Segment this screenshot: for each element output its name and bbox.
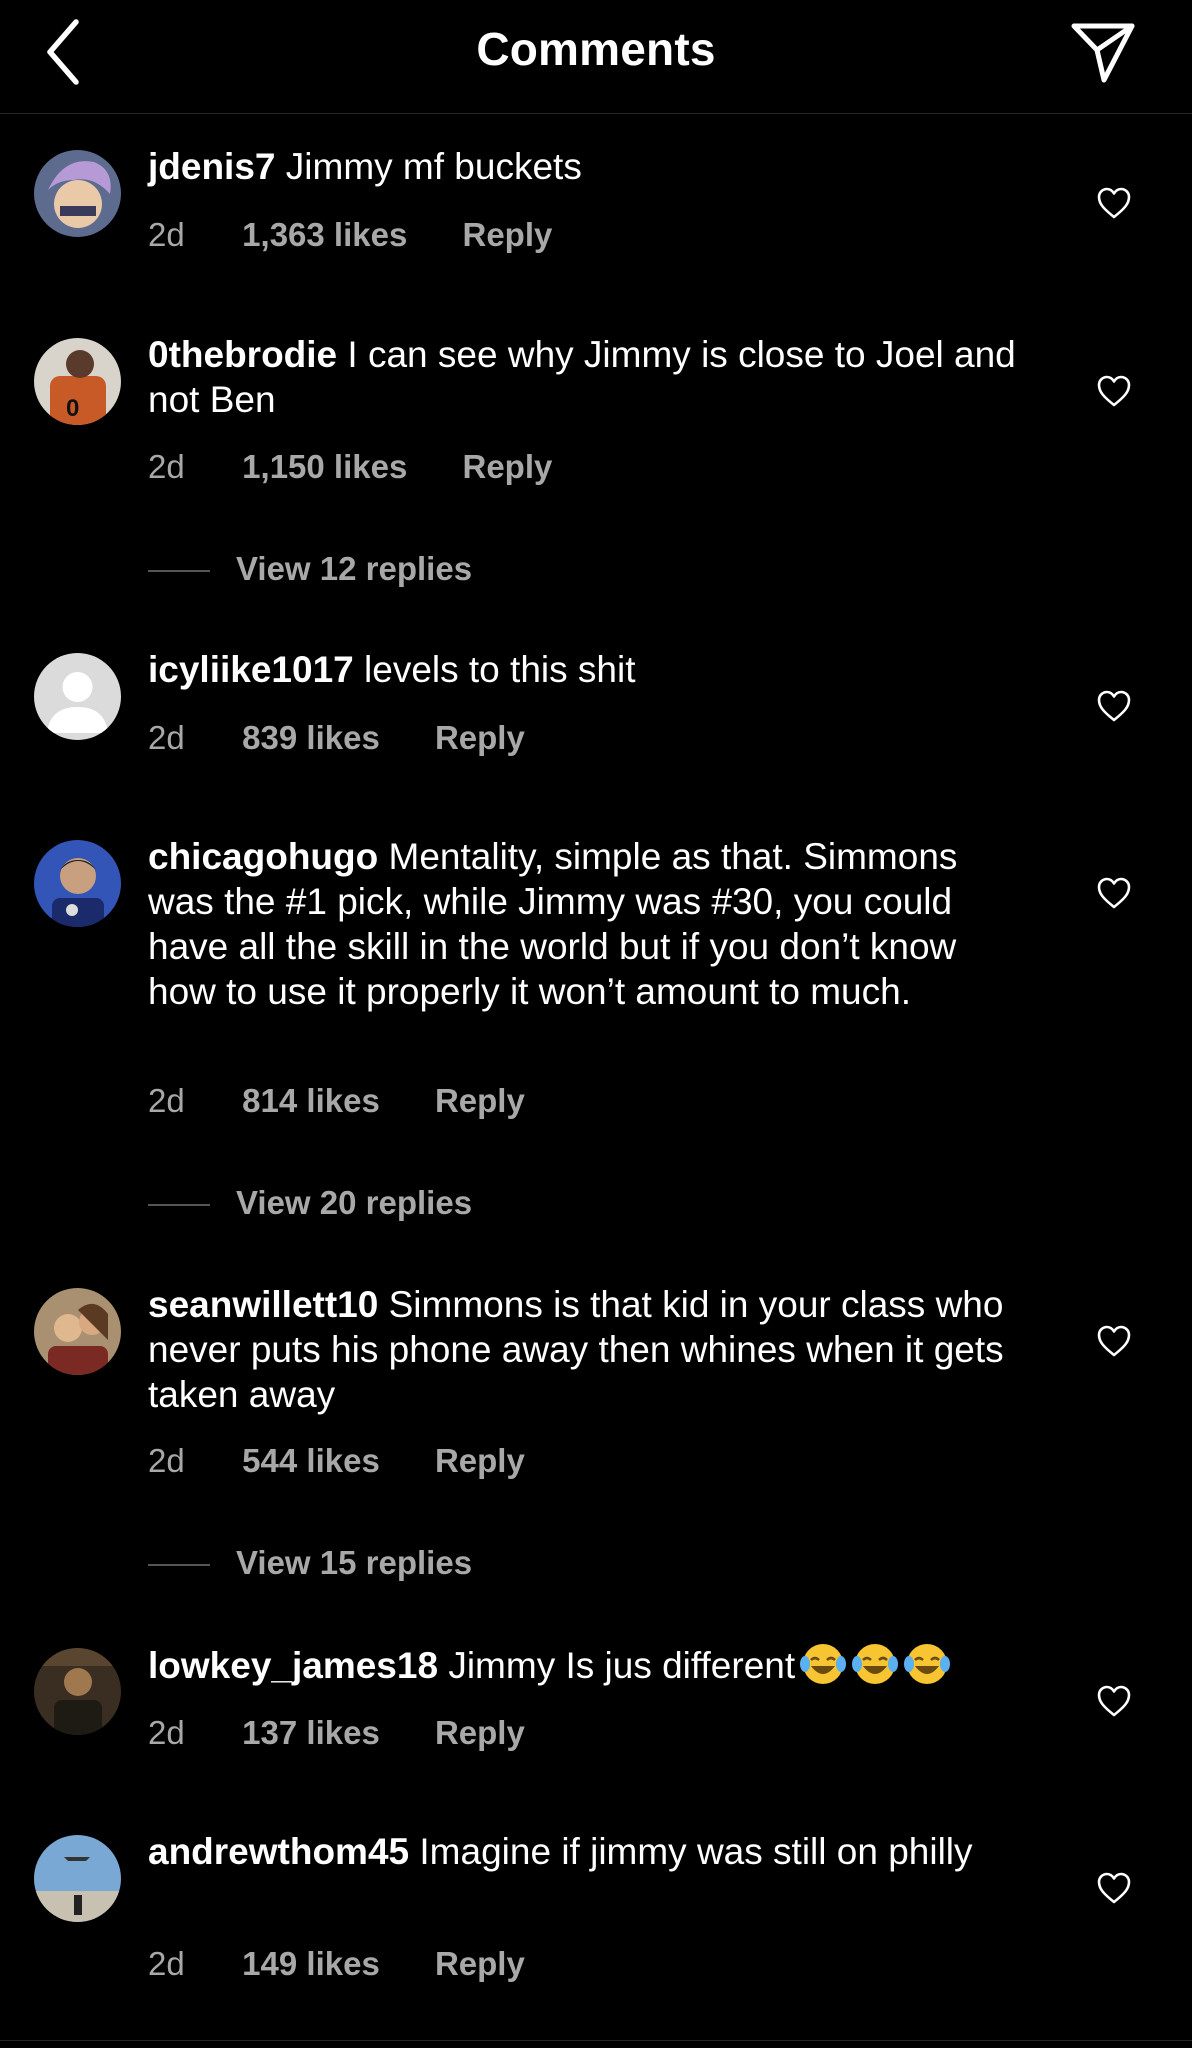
comment-time: 2d bbox=[148, 719, 185, 756]
comment-time: 2d bbox=[148, 1442, 185, 1479]
avatar[interactable] bbox=[34, 840, 121, 927]
page-title: Comments bbox=[476, 23, 716, 75]
comment-likes[interactable]: 1,363 likes bbox=[242, 216, 407, 254]
comment-time: 2d bbox=[148, 1945, 185, 1982]
heart-icon[interactable] bbox=[1096, 1684, 1132, 1718]
laughing-crying-emoji-icon bbox=[852, 1644, 899, 1684]
view-replies-label: View 15 replies bbox=[236, 1544, 473, 1581]
avatar[interactable] bbox=[34, 1288, 121, 1375]
comment-time: 2d bbox=[148, 1714, 185, 1751]
comment-text: Jimmy Is jus different bbox=[448, 1645, 796, 1686]
comment-meta: 2d 137 likes Reply bbox=[148, 1714, 525, 1752]
comment-time: 2d bbox=[148, 448, 185, 485]
comment-username[interactable]: icyliike1017 bbox=[148, 649, 354, 690]
avatar-image bbox=[34, 1288, 121, 1375]
comment-meta: 2d 839 likes Reply bbox=[148, 719, 525, 757]
comment-text: Jimmy mf buckets bbox=[285, 146, 582, 187]
reply-button[interactable]: Reply bbox=[463, 448, 553, 486]
avatar[interactable] bbox=[34, 150, 121, 237]
heart-icon[interactable] bbox=[1096, 374, 1132, 408]
comment-text: levels to this shit bbox=[364, 649, 636, 690]
avatar-image: 0 bbox=[34, 338, 121, 425]
reply-button[interactable]: Reply bbox=[463, 216, 553, 254]
reply-button[interactable]: Reply bbox=[435, 719, 525, 757]
comment-time: 2d bbox=[148, 216, 185, 253]
comment-username[interactable]: 0thebrodie bbox=[148, 334, 337, 375]
comment-username[interactable]: chicagohugo bbox=[148, 836, 378, 877]
heart-icon[interactable] bbox=[1096, 689, 1132, 723]
reply-button[interactable]: Reply bbox=[435, 1945, 525, 1983]
view-replies-button[interactable]: View 12 replies bbox=[148, 550, 472, 588]
svg-text:0: 0 bbox=[66, 395, 79, 422]
view-replies-label: View 12 replies bbox=[236, 550, 473, 587]
comment-meta: 2d 1,363 likes Reply bbox=[148, 216, 552, 254]
reply-button[interactable]: Reply bbox=[435, 1442, 525, 1480]
comment-meta: 2d 814 likes Reply bbox=[148, 1082, 525, 1120]
avatar[interactable] bbox=[34, 1648, 121, 1735]
avatar-image bbox=[34, 1648, 121, 1735]
comment-likes[interactable]: 137 likes bbox=[242, 1714, 380, 1752]
comment-username[interactable]: seanwillett10 bbox=[148, 1284, 378, 1325]
comment-likes[interactable]: 1,150 likes bbox=[242, 448, 407, 486]
divider-line bbox=[148, 1204, 210, 1207]
comment-username[interactable]: lowkey_james18 bbox=[148, 1645, 438, 1686]
reply-button[interactable]: Reply bbox=[435, 1714, 525, 1752]
avatar[interactable] bbox=[34, 1835, 121, 1922]
comment-likes[interactable]: 544 likes bbox=[242, 1442, 380, 1480]
comment-time: 2d bbox=[148, 1082, 185, 1119]
comment-likes[interactable]: 814 likes bbox=[242, 1082, 380, 1120]
comment-username[interactable]: jdenis7 bbox=[148, 146, 276, 187]
header: Comments bbox=[0, 0, 1192, 114]
reply-button[interactable]: Reply bbox=[435, 1082, 525, 1120]
comment-username[interactable]: andrewthom45 bbox=[148, 1831, 409, 1872]
comment-likes[interactable]: 149 likes bbox=[242, 1945, 380, 1983]
avatar-image bbox=[34, 150, 121, 237]
avatar[interactable]: 0 bbox=[34, 338, 121, 425]
paper-plane-icon bbox=[1071, 23, 1135, 83]
laughing-crying-emoji-icon bbox=[800, 1644, 847, 1684]
avatar[interactable] bbox=[34, 653, 121, 740]
comment-likes[interactable]: 839 likes bbox=[242, 719, 380, 757]
view-replies-button[interactable]: View 20 replies bbox=[148, 1184, 472, 1222]
heart-icon[interactable] bbox=[1096, 876, 1132, 910]
heart-icon[interactable] bbox=[1096, 186, 1132, 220]
heart-icon[interactable] bbox=[1096, 1871, 1132, 1905]
bottom-divider bbox=[0, 2040, 1192, 2041]
comment-meta: 2d 544 likes Reply bbox=[148, 1442, 525, 1480]
avatar-image bbox=[34, 1835, 121, 1922]
avatar-placeholder-icon bbox=[34, 653, 121, 740]
view-replies-label: View 20 replies bbox=[236, 1184, 473, 1221]
share-button[interactable] bbox=[1068, 18, 1138, 88]
avatar-image bbox=[34, 840, 121, 927]
comment-meta: 2d 149 likes Reply bbox=[148, 1945, 525, 1983]
divider-line bbox=[148, 570, 210, 573]
divider-line bbox=[148, 1564, 210, 1567]
heart-icon[interactable] bbox=[1096, 1324, 1132, 1358]
laughing-crying-emoji-icon bbox=[904, 1644, 951, 1684]
comment-meta: 2d 1,150 likes Reply bbox=[148, 448, 552, 486]
view-replies-button[interactable]: View 15 replies bbox=[148, 1544, 472, 1582]
comment-text: Imagine if jimmy was still on philly bbox=[419, 1831, 973, 1872]
